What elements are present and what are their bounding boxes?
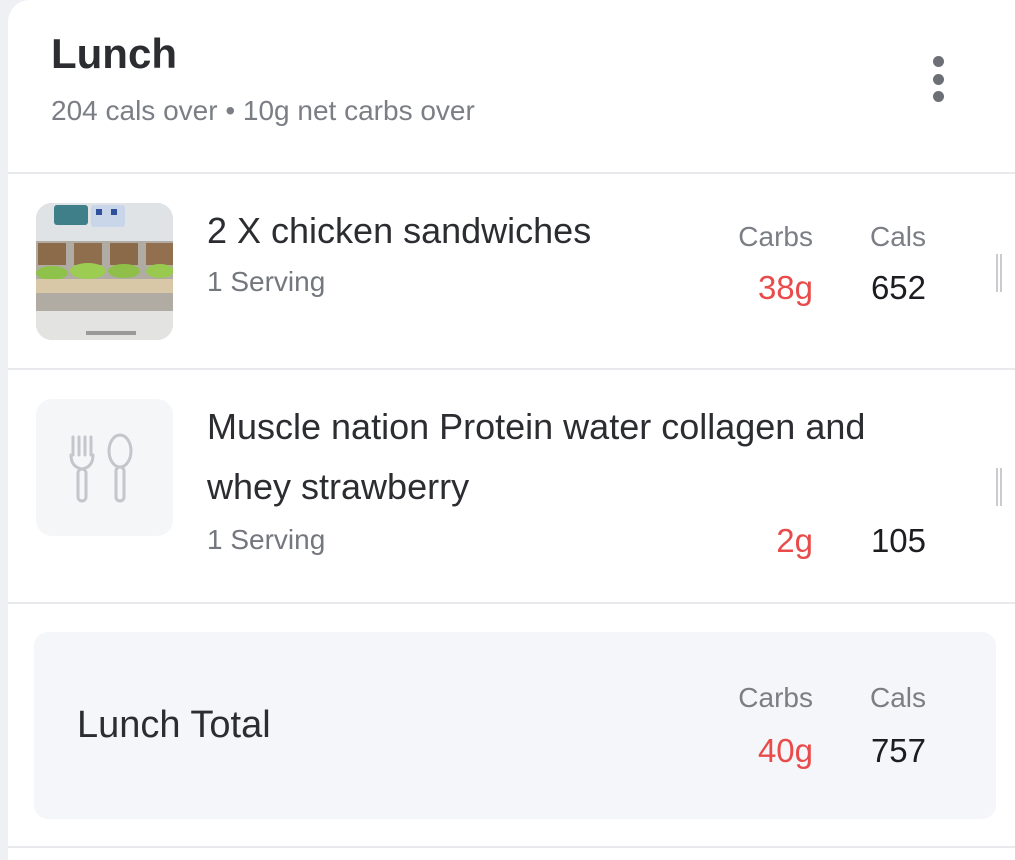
drag-handle-icon[interactable]: [996, 254, 1002, 292]
total-cals-value: 757: [870, 732, 926, 769]
cals-value: 105: [870, 522, 926, 559]
drag-handle-icon[interactable]: [996, 468, 1002, 506]
serving-size: 1 Serving: [207, 524, 326, 555]
cals-column-label: Cals: [869, 682, 926, 713]
food-item-row[interactable]: 2 X chicken sandwiches 1 Serving Carbs C…: [8, 174, 1015, 370]
total-carbs-value: 40g: [757, 732, 813, 769]
meal-header: Lunch 204 cals over • 10g net carbs over: [8, 0, 1015, 174]
divider: [8, 846, 1015, 848]
carbs-column-label: Carbs: [738, 682, 813, 713]
food-name: Muscle nation Protein water collagen and…: [207, 406, 866, 507]
meal-subtitle: 204 cals over • 10g net carbs over: [51, 95, 475, 126]
more-options-icon[interactable]: [926, 56, 950, 102]
meal-total: Lunch Total Carbs Cals 40g 757: [34, 632, 996, 819]
food-name: 2 X chicken sandwiches: [207, 210, 592, 251]
cals-column-label: Cals: [869, 221, 926, 252]
meal-title: Lunch: [51, 30, 177, 77]
food-placeholder-thumbnail: [36, 399, 173, 536]
carbs-value: 2g: [776, 522, 813, 559]
carbs-value: 38g: [757, 269, 813, 306]
fork-spoon-icon: [69, 433, 133, 503]
food-item-row[interactable]: Muscle nation Protein water collagen and…: [8, 370, 1015, 604]
total-label: Lunch Total: [77, 704, 271, 746]
serving-size: 1 Serving: [207, 266, 326, 297]
food-photo-thumbnail: [36, 203, 173, 340]
carbs-column-label: Carbs: [738, 221, 813, 252]
cals-value: 652: [870, 269, 926, 306]
meal-card: Lunch 204 cals over • 10g net carbs over: [8, 0, 1015, 860]
